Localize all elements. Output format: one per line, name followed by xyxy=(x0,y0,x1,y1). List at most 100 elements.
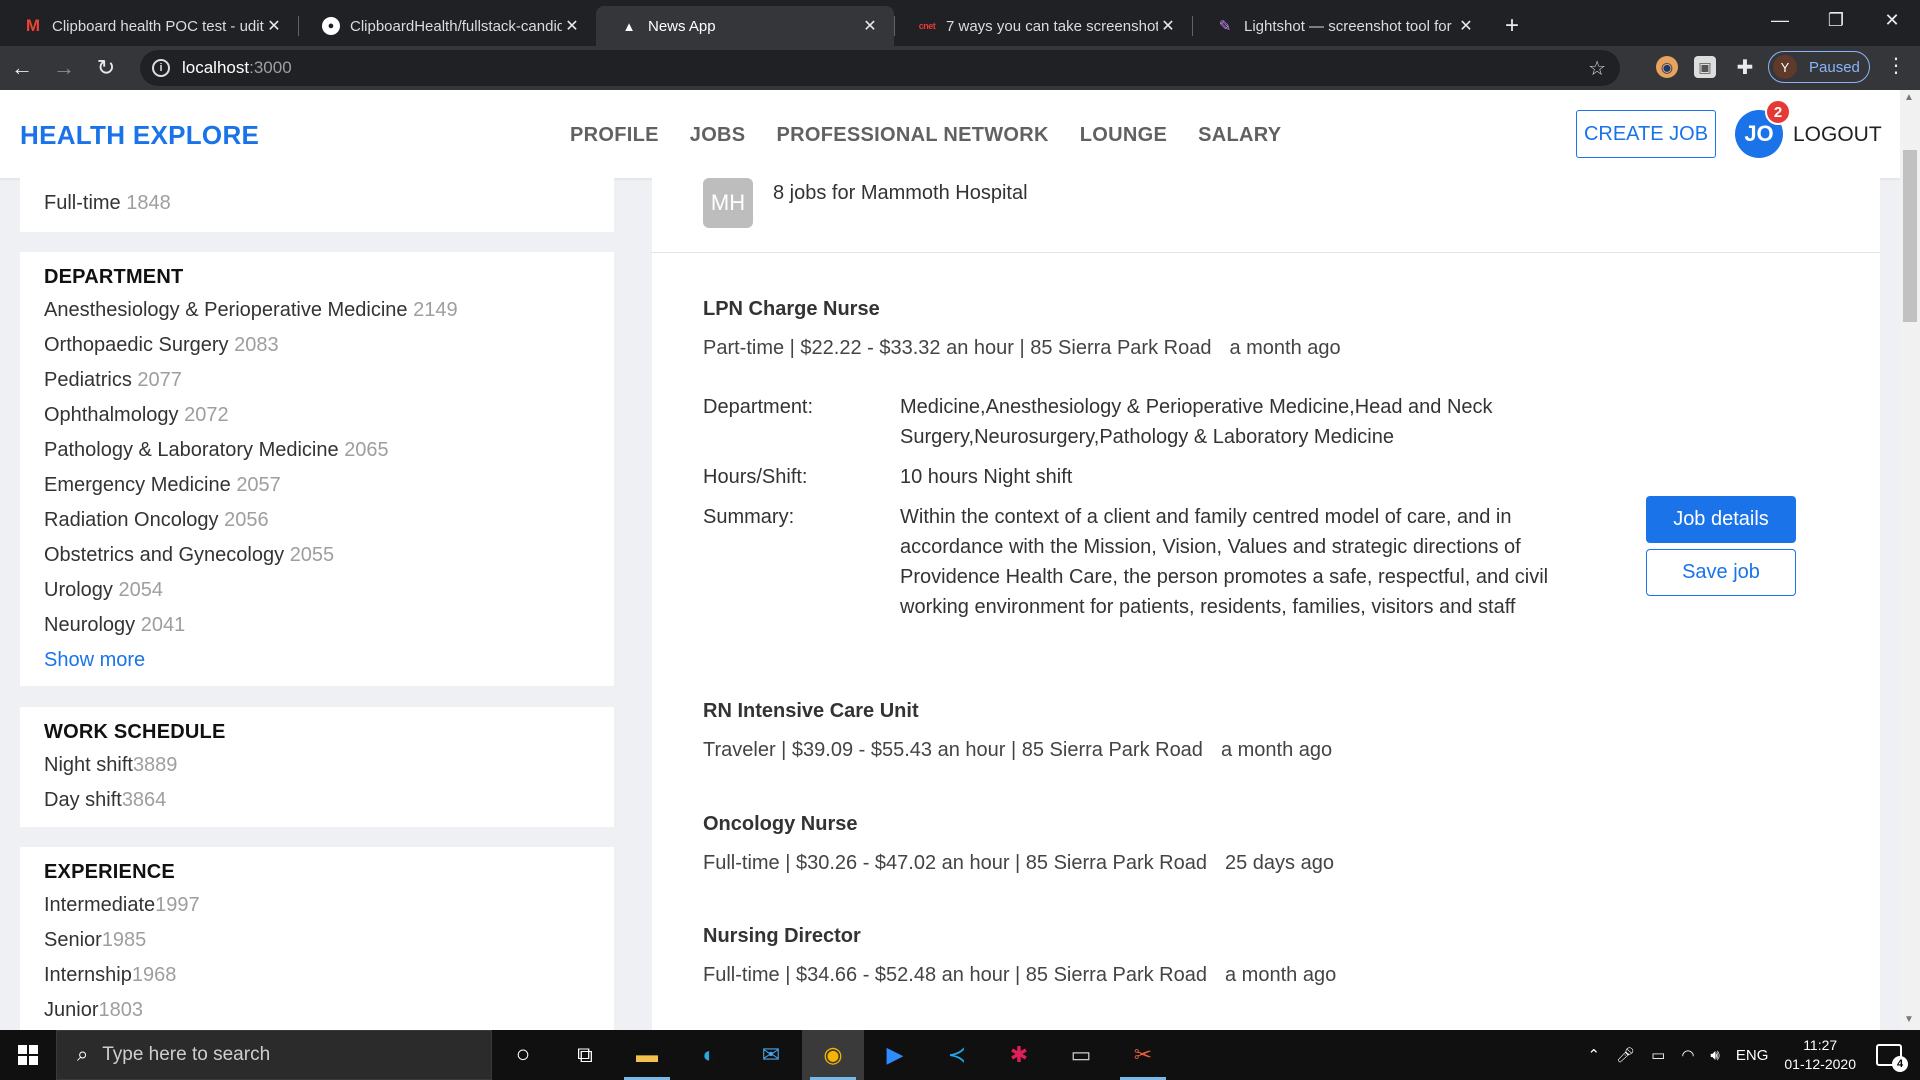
file-explorer-icon[interactable]: ▬ xyxy=(616,1030,678,1080)
filter-option[interactable]: Urology 2054 xyxy=(44,573,590,608)
filter-option[interactable]: Intermediate1997 xyxy=(44,888,590,923)
forward-arrow-icon[interactable]: → xyxy=(44,48,84,88)
job-title[interactable]: LPN Charge Nurse xyxy=(703,298,1853,321)
show-more-link[interactable]: Show more xyxy=(44,643,590,678)
address-bar[interactable]: i localhost:3000 ☆ xyxy=(140,50,1620,86)
job-item: RN Intensive Care Unit Traveler | $39.09… xyxy=(703,700,1853,762)
browser-toolbar: ← → ↻ i localhost:3000 ☆ ◉ ▣ ✚ Y Paused … xyxy=(0,46,1920,90)
filter-option[interactable]: Day shift3864 xyxy=(44,783,590,818)
browser-menu-icon[interactable]: ⋮ xyxy=(1886,56,1906,76)
hospital-row[interactable]: MH 8 jobs for Mammoth Hospital xyxy=(652,178,1880,253)
terminal-icon[interactable]: ▭ xyxy=(1050,1030,1112,1080)
filter-option[interactable]: Night shift3889 xyxy=(44,748,590,783)
mail-icon[interactable]: ✉ xyxy=(740,1030,802,1080)
task-view-icon[interactable]: ⧉ xyxy=(554,1030,616,1080)
extension-avatar-icon[interactable]: ◉ xyxy=(1656,56,1678,78)
filter-option[interactable]: Neurology 2041 xyxy=(44,608,590,643)
job-title[interactable]: Nursing Director xyxy=(703,925,1853,948)
close-window-icon[interactable]: ✕ xyxy=(1864,0,1920,40)
filter-option[interactable]: Emergency Medicine 2057 xyxy=(44,468,590,503)
back-arrow-icon[interactable]: ← xyxy=(2,48,42,88)
nav-lounge[interactable]: LOUNGE xyxy=(1080,124,1167,147)
windows-logo-icon xyxy=(18,1045,38,1065)
extension-lightshot-icon[interactable]: ▣ xyxy=(1694,56,1716,78)
create-job-button[interactable]: CREATE JOB xyxy=(1576,110,1716,158)
filter-option[interactable]: Internship1968 xyxy=(44,958,590,993)
notification-badge: 2 xyxy=(1765,99,1791,125)
bookmark-star-icon[interactable]: ☆ xyxy=(1588,56,1606,81)
url-text[interactable]: localhost:3000 xyxy=(182,58,292,78)
scroll-down-arrow-icon[interactable]: ▼ xyxy=(1904,1014,1914,1025)
job-title[interactable]: Oncology Nurse xyxy=(703,813,1853,836)
scrollbar-thumb[interactable] xyxy=(1903,150,1917,322)
battery-icon[interactable]: ▭ xyxy=(1651,1046,1665,1064)
system-tray: ⌃ 🎤︎ ▭ ◠ 🔊︎ ENG 11:27 01-12-2020 4 xyxy=(1588,1030,1920,1080)
work-schedule-filter-title: WORK SCHEDULE xyxy=(44,721,226,743)
vscode-icon[interactable]: ≺ xyxy=(926,1030,988,1080)
filter-option[interactable]: Senior1985 xyxy=(44,923,590,958)
logout-link[interactable]: LOGOUT xyxy=(1793,123,1882,147)
hospital-avatar: MH xyxy=(703,178,753,228)
taskbar-search-box[interactable]: ⌕ Type here to search xyxy=(56,1030,492,1080)
extensions-puzzle-icon[interactable]: ✚ xyxy=(1734,56,1756,79)
tab-title: Clipboard health POC test - uditp xyxy=(52,17,264,35)
job-age: a month ago xyxy=(1225,964,1337,986)
filter-option[interactable]: Pathology & Laboratory Medicine 2065 xyxy=(44,433,590,468)
minimize-icon[interactable]: — xyxy=(1752,0,1808,40)
nav-jobs[interactable]: JOBS xyxy=(690,124,746,147)
cortana-icon[interactable]: ○ xyxy=(492,1030,554,1080)
snipping-tool-icon[interactable]: ✂ xyxy=(1112,1030,1174,1080)
detail-label: Department: xyxy=(703,396,814,418)
filter-option[interactable]: Ophthalmology 2072 xyxy=(44,398,590,433)
close-icon[interactable]: ✕ xyxy=(264,16,284,36)
clock-date: 01-12-2020 xyxy=(1784,1056,1856,1072)
filter-option[interactable]: Junior1803 xyxy=(44,993,590,1028)
job-item-expanded: LPN Charge Nurse Part-time | $22.22 - $3… xyxy=(703,298,1853,618)
browser-tab-news-app[interactable]: ▲ News App ✕ xyxy=(596,6,894,46)
job-list-panel: MH 8 jobs for Mammoth Hospital LPN Charg… xyxy=(652,178,1880,1030)
window-controls: — ❐ ✕ xyxy=(1752,0,1920,40)
microphone-icon[interactable]: 🎤︎ xyxy=(1616,1046,1635,1064)
job-title[interactable]: RN Intensive Care Unit xyxy=(703,700,1853,723)
reload-icon[interactable]: ↻ xyxy=(86,48,126,88)
filter-option[interactable]: Orthopaedic Surgery 2083 xyxy=(44,328,590,363)
browser-tab-github[interactable]: ● ClipboardHealth/fullstack-candid ✕ xyxy=(298,6,596,46)
nav-profile[interactable]: PROFILE xyxy=(570,124,659,147)
close-icon[interactable]: ✕ xyxy=(1456,16,1476,36)
info-icon[interactable]: i xyxy=(152,59,170,77)
chevron-up-icon[interactable]: ⌃ xyxy=(1588,1046,1601,1064)
close-icon[interactable]: ✕ xyxy=(1158,16,1178,36)
restore-icon[interactable]: ❐ xyxy=(1808,0,1864,40)
browser-tab-lightshot[interactable]: ✎ Lightshot — screenshot tool for M ✕ xyxy=(1192,6,1490,46)
browser-tab-cnet[interactable]: cnet 7 ways you can take screenshots ✕ xyxy=(894,6,1192,46)
clock[interactable]: 11:27 01-12-2020 xyxy=(1784,1036,1856,1074)
nav-salary[interactable]: SALARY xyxy=(1198,124,1281,147)
windows-start-button[interactable] xyxy=(0,1030,56,1080)
slack-icon[interactable]: ✱ xyxy=(988,1030,1050,1080)
action-center-icon[interactable]: 4 xyxy=(1876,1044,1908,1072)
detail-label: Hours/Shift: xyxy=(703,466,808,488)
nav-professional-network[interactable]: PROFESSIONAL NETWORK xyxy=(776,124,1048,147)
job-details-button[interactable]: Job details xyxy=(1646,496,1796,543)
filter-option[interactable]: Radiation Oncology 2056 xyxy=(44,503,590,538)
filter-option[interactable]: Full-time 1848 xyxy=(44,186,590,221)
job-type-filter-panel: Full-time 1848 xyxy=(20,178,614,232)
action-center-badge: 4 xyxy=(1892,1056,1908,1072)
wifi-icon[interactable]: ◠ xyxy=(1681,1046,1694,1064)
edge-icon[interactable]: ◐ xyxy=(678,1030,740,1080)
filter-option[interactable]: Pediatrics 2077 xyxy=(44,363,590,398)
scroll-up-arrow-icon[interactable]: ▲ xyxy=(1904,92,1914,103)
filter-option[interactable]: Obstetrics and Gynecology 2055 xyxy=(44,538,590,573)
save-job-button[interactable]: Save job xyxy=(1646,549,1796,596)
zoom-icon[interactable]: ▶ xyxy=(864,1030,926,1080)
brand-logo[interactable]: HEALTH EXPLORE xyxy=(20,120,259,151)
close-icon[interactable]: ✕ xyxy=(860,16,880,36)
new-tab-button[interactable]: + xyxy=(1490,6,1534,46)
language-indicator[interactable]: ENG xyxy=(1736,1047,1769,1064)
close-icon[interactable]: ✕ xyxy=(562,16,582,36)
chrome-icon[interactable]: ◉ xyxy=(802,1030,864,1080)
browser-tab-gmail[interactable]: M Clipboard health POC test - uditp ✕ xyxy=(0,6,298,46)
profile-button[interactable]: Y Paused xyxy=(1768,51,1870,83)
volume-icon[interactable]: 🔊︎ xyxy=(1710,1047,1719,1064)
filter-option[interactable]: Anesthesiology & Perioperative Medicine … xyxy=(44,293,590,328)
